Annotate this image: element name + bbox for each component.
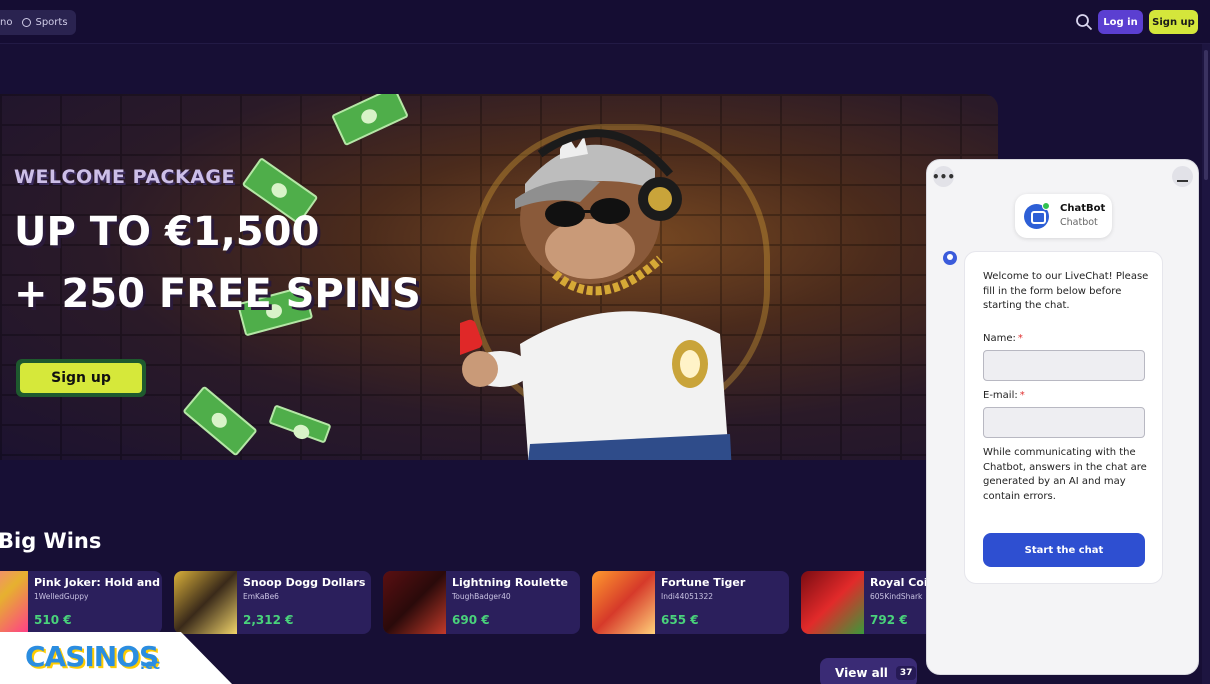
- winner-username: 1WelledGuppy: [34, 592, 89, 601]
- hero-title-line1: UP TO €1,500: [14, 209, 320, 255]
- start-chat-button[interactable]: Start the chat: [983, 533, 1145, 567]
- game-name: Pink Joker: Hold and ...: [34, 576, 162, 589]
- login-button[interactable]: Log in: [1098, 10, 1143, 34]
- online-status-icon: [1042, 202, 1050, 210]
- game-thumbnail: [592, 571, 655, 634]
- search-icon[interactable]: [1075, 13, 1093, 31]
- site-logo-suffix: .cc: [140, 658, 161, 673]
- view-all-label: View all: [835, 666, 888, 680]
- chatbot-header: ChatBot Chatbot: [1015, 194, 1112, 238]
- email-label: E-mail: *: [983, 390, 1025, 401]
- winner-username: EmKaBe6: [243, 592, 279, 601]
- big-win-card[interactable]: Lightning Roulette ToughBadger40 690 €: [383, 571, 580, 634]
- nav-item-sports-label: Sports: [35, 17, 68, 28]
- view-all-button[interactable]: View all 37: [820, 658, 917, 684]
- game-thumbnail: [383, 571, 446, 634]
- nav-item-sports[interactable]: Sports: [22, 17, 68, 28]
- ai-disclaimer: While communicating with the Chatbot, an…: [983, 447, 1147, 502]
- name-label-text: Name:: [983, 333, 1016, 344]
- winner-username: ToughBadger40: [452, 592, 511, 601]
- name-label: Name: *: [983, 333, 1023, 344]
- top-navigation-bar: no Sports Log in Sign up: [0, 0, 1210, 44]
- win-amount: 655 €: [661, 613, 699, 627]
- required-mark: *: [1017, 333, 1023, 344]
- more-options-icon[interactable]: •••: [932, 166, 955, 187]
- game-name: Fortune Tiger: [661, 576, 746, 589]
- win-amount: 2,312 €: [243, 613, 294, 627]
- prechat-form: Welcome to our LiveChat! Please fill in …: [964, 251, 1163, 584]
- hero-signup-label: Sign up: [20, 363, 142, 393]
- winner-username: 605KindShark: [870, 592, 923, 601]
- hero-subtitle: WELCOME PACKAGE: [14, 166, 235, 188]
- win-amount: 690 €: [452, 613, 490, 627]
- hero-banner[interactable]: WELCOME PACKAGE UP TO €1,500 + 250 FREE …: [0, 94, 998, 460]
- big-win-card[interactable]: Snoop Dogg Dollars EmKaBe6 2,312 €: [174, 571, 371, 634]
- win-amount: 792 €: [870, 613, 908, 627]
- game-thumbnail: [0, 571, 28, 634]
- name-field[interactable]: [983, 350, 1145, 381]
- big-wins-heading: Big Wins: [0, 529, 102, 553]
- sports-ball-icon: [22, 18, 32, 27]
- big-win-card[interactable]: Fortune Tiger Indi44051322 655 €: [592, 571, 789, 634]
- winner-username: Indi44051322: [661, 592, 713, 601]
- livechat-widget: ••• ChatBot Chatbot Welcome to our LiveC…: [926, 159, 1199, 675]
- game-thumbnail: [801, 571, 864, 634]
- nav-pill: no Sports: [0, 10, 76, 35]
- hero-signup-button[interactable]: Sign up: [16, 359, 146, 397]
- win-amount: 510 €: [34, 613, 72, 627]
- game-thumbnail: [174, 571, 237, 634]
- email-field[interactable]: [983, 407, 1145, 438]
- view-all-count: 37: [895, 666, 917, 680]
- chatbot-name: ChatBot: [1060, 203, 1106, 214]
- page-scrollbar-thumb[interactable]: [1204, 50, 1208, 180]
- minimize-icon[interactable]: [1172, 166, 1193, 187]
- chatbot-subtitle: Chatbot: [1060, 217, 1098, 228]
- email-label-text: E-mail:: [983, 390, 1018, 401]
- user-avatar-icon: [943, 251, 957, 265]
- nav-item-casino[interactable]: no: [0, 17, 12, 28]
- monkey-mascot-illustration: [460, 129, 732, 460]
- big-win-card[interactable]: Pink Joker: Hold and ... 1WelledGuppy 51…: [0, 571, 162, 634]
- welcome-message: Welcome to our LiveChat! Please fill in …: [983, 271, 1149, 311]
- game-name: Lightning Roulette: [452, 576, 568, 589]
- signup-button[interactable]: Sign up: [1149, 10, 1198, 34]
- site-logo: CASINOS: [25, 640, 159, 673]
- hero-title-line2: + 250 FREE SPINS: [14, 271, 421, 317]
- required-mark: *: [1019, 390, 1025, 401]
- game-name: Snoop Dogg Dollars: [243, 576, 366, 589]
